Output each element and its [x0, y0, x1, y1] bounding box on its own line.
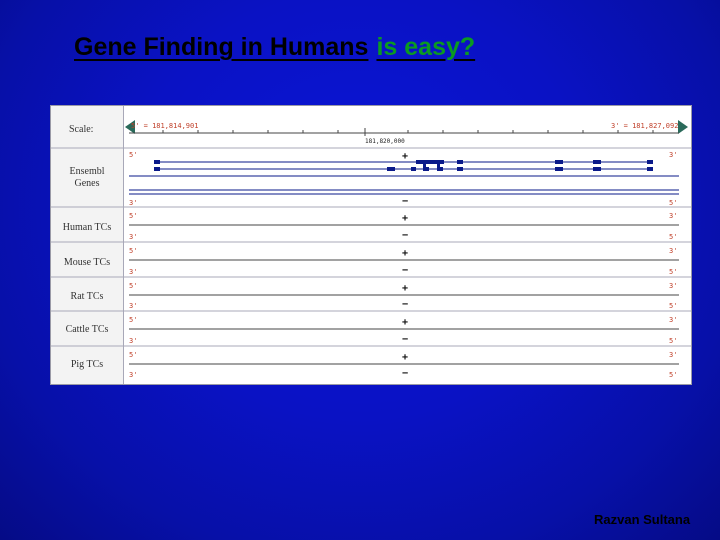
track-bottom-strand-sign: −: [402, 299, 408, 310]
track-bottom-left-end: 3': [129, 199, 137, 207]
track-bottom-strand-sign: −: [402, 265, 408, 276]
track-top-strand-sign: +: [402, 352, 408, 363]
track-top-right-end: 3': [669, 151, 677, 159]
track-top-left-end: 5': [129, 247, 137, 255]
track-bottom-strand-sign: −: [402, 368, 408, 379]
scale-left-coordinate: 5' = 181,814,901: [131, 122, 198, 130]
track-label: Cattle TCs: [66, 324, 109, 335]
scale-label: Scale:: [69, 124, 93, 135]
track-top-left-end: 5': [129, 151, 137, 159]
track-top-right-end: 3': [669, 316, 677, 324]
track-label-genes: Genes: [75, 178, 100, 189]
track-bottom-left-end: 3': [129, 268, 137, 276]
track-top-strand-sign: +: [402, 151, 408, 162]
track-bottom-left-end: 3': [129, 302, 137, 310]
genome-browser-canvas: Scale: 5' = 181,814,901 3' = 181,827,092…: [51, 106, 691, 384]
track-top-right-end: 3': [669, 351, 677, 359]
scale-mid-coordinate: 181,820,000: [365, 138, 405, 145]
track-bottom-right-end: 5': [669, 302, 677, 310]
track-top-left-end: 5': [129, 282, 137, 290]
author-name: Razvan Sultana: [594, 512, 691, 527]
track-top-left-end: 5': [129, 316, 137, 324]
track-bottom-left-end: 3': [129, 337, 137, 345]
track-top-right-end: 3': [669, 212, 677, 220]
slide-title: Gene Finding in Humans is easy?: [74, 33, 475, 62]
track-bottom-left-end: 3': [129, 233, 137, 241]
track-bottom-right-end: 5': [669, 268, 677, 276]
track-bottom-right-end: 5': [669, 233, 677, 241]
track-top-strand-sign: +: [402, 317, 408, 328]
track-top-left-end: 5': [129, 212, 137, 220]
track-label: Mouse TCs: [64, 257, 110, 268]
track-bottom-right-end: 5': [669, 199, 677, 207]
track-bottom-right-end: 5': [669, 371, 677, 379]
track-bottom-right-end: 5': [669, 337, 677, 345]
track-label-ensembl: Ensembl: [70, 166, 105, 177]
track-top-strand-sign: +: [402, 248, 408, 259]
track-top-strand-sign: +: [402, 213, 408, 224]
scale-right-coordinate: 3' = 181,827,092: [611, 122, 678, 130]
slide-title-question: is easy?: [376, 33, 476, 61]
track-bottom-strand-sign: −: [402, 196, 408, 207]
track-top-right-end: 3': [669, 282, 677, 290]
track-label: Human TCs: [63, 222, 112, 233]
track-bottom-strand-sign: −: [402, 334, 408, 345]
track-label: Pig TCs: [71, 359, 103, 370]
track-bottom-left-end: 3': [129, 371, 137, 379]
track-top-strand-sign: +: [402, 283, 408, 294]
genome-browser-screenshot: Scale: 5' = 181,814,901 3' = 181,827,092…: [50, 105, 692, 385]
track-bottom-strand-sign: −: [402, 230, 408, 241]
track-top-right-end: 3': [669, 247, 677, 255]
track-top-left-end: 5': [129, 351, 137, 359]
slide-title-main: Gene Finding in Humans: [74, 33, 369, 61]
track-label: Rat TCs: [71, 291, 104, 302]
